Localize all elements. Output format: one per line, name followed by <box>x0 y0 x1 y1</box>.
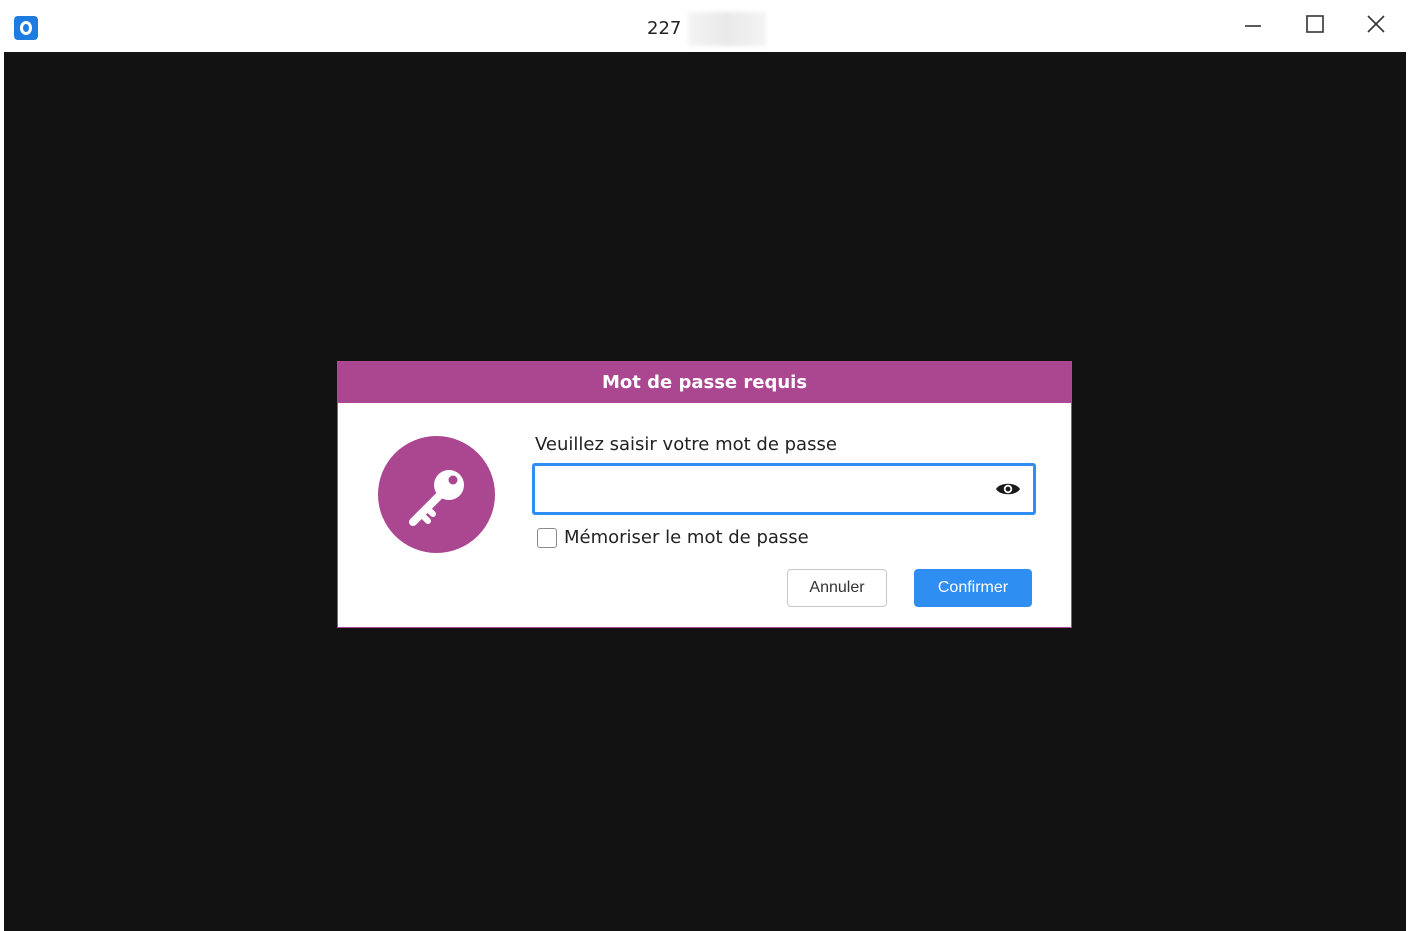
eye-icon <box>996 483 1020 495</box>
window-title: 227 <box>647 18 682 39</box>
password-field-wrapper <box>532 463 1036 515</box>
show-password-button[interactable] <box>995 479 1021 499</box>
close-icon <box>1367 15 1385 33</box>
key-icon <box>408 469 464 526</box>
redacted-title-area <box>688 12 766 46</box>
dialog-title: Mot de passe requis <box>338 362 1071 403</box>
minimize-icon <box>1245 25 1261 27</box>
cancel-button[interactable]: Annuler <box>787 569 887 607</box>
maximize-button[interactable] <box>1292 6 1338 42</box>
remember-password-checkbox[interactable] <box>537 527 557 548</box>
remember-password-row[interactable]: Mémoriser le mot de passe <box>537 527 809 548</box>
maximize-icon <box>1306 15 1324 33</box>
key-badge <box>378 436 495 553</box>
password-dialog: Mot de passe requis Veuillez saisir votr… <box>337 361 1072 628</box>
confirm-button[interactable]: Confirmer <box>914 569 1032 607</box>
title-bar: 227 <box>0 0 1415 52</box>
remember-password-label[interactable]: Mémoriser le mot de passe <box>564 527 809 548</box>
password-input[interactable] <box>535 466 1033 512</box>
minimize-button[interactable] <box>1230 6 1276 42</box>
password-prompt: Veuillez saisir votre mot de passe <box>535 434 837 455</box>
close-button[interactable] <box>1353 6 1399 42</box>
app-icon <box>14 16 38 40</box>
